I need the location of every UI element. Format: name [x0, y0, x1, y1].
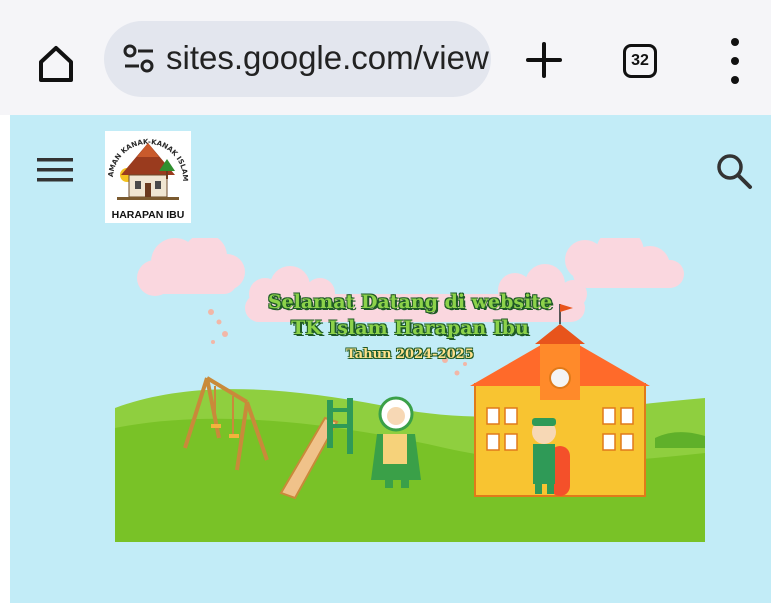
boy-figure [532, 418, 556, 494]
more-vert-icon[interactable] [722, 38, 748, 84]
tab-count: 32 [623, 44, 657, 78]
site-content: TAMAN KANAK-KANAK ISLAM HARAPAN IBU [10, 115, 771, 603]
plus-icon[interactable] [522, 38, 566, 82]
cloud-left [137, 238, 245, 296]
cloud-right [565, 238, 684, 288]
url-text[interactable]: sites.google.com/view [166, 39, 489, 77]
hamburger-menu-icon[interactable] [37, 155, 73, 185]
address-bar[interactable]: sites.google.com/view [104, 21, 491, 97]
banner-line-2: TK Islam Harapan Ibu [291, 317, 529, 339]
tune-icon[interactable] [122, 43, 156, 75]
dot [731, 76, 739, 84]
home-icon[interactable] [32, 40, 80, 88]
welcome-banner: Selamat Datang di website TK Islam Harap… [115, 238, 705, 542]
banner-line-3: Tahun 2024-2025 [346, 347, 474, 362]
logo-label: HARAPAN IBU [111, 209, 185, 221]
site-logo[interactable]: TAMAN KANAK-KANAK ISLAM HARAPAN IBU [105, 131, 191, 223]
banner-line-1: Selamat Datang di website [267, 291, 553, 313]
tab-switcher-button[interactable]: 32 [619, 40, 661, 82]
search-icon[interactable] [714, 151, 754, 191]
browser-toolbar: sites.google.com/view 32 [0, 0, 771, 115]
dot [731, 57, 739, 65]
dot [731, 38, 739, 46]
